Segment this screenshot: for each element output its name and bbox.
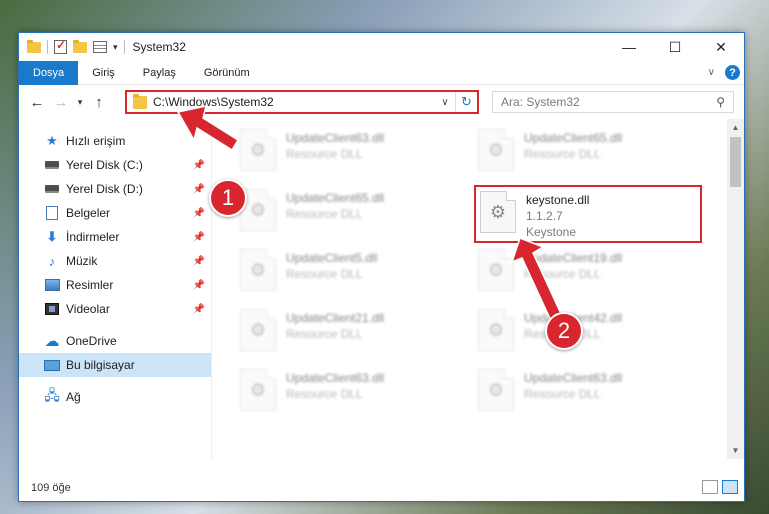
customize-toolbar-dropdown-icon[interactable]: ▾ xyxy=(113,42,118,53)
sidebar-item-network[interactable]: 🖧 Ağ xyxy=(19,385,211,409)
explorer-window: ▾ System32 — ☐ ✕ Dosya Giriş Paylaş Görü… xyxy=(18,32,745,502)
navigation-pane: ★ Hızlı erişim Yerel Disk (C:) 📌 Yerel D… xyxy=(19,119,212,459)
folder-icon xyxy=(27,39,41,53)
tab-share[interactable]: Paylaş xyxy=(129,61,190,85)
address-path[interactable]: C:\Windows\System32 xyxy=(153,95,435,109)
navigation-bar: ← → ▾ ↑ C:\Windows\System32 ∨ ↻ Ara: Sys… xyxy=(19,85,744,119)
recent-locations-chevron-icon[interactable]: ▾ xyxy=(73,97,87,108)
close-button[interactable]: ✕ xyxy=(698,33,744,61)
vertical-scrollbar[interactable]: ▲ ▼ xyxy=(727,119,744,459)
address-folder-icon xyxy=(133,93,147,109)
file-item[interactable]: ⚙ UpdateClient63.dll Resource DLL xyxy=(240,129,470,179)
back-arrow-icon[interactable]: ← xyxy=(25,94,49,111)
sidebar-item-local-disk-c[interactable]: Yerel Disk (C:) 📌 xyxy=(19,153,211,177)
forward-arrow-icon[interactable]: → xyxy=(49,94,73,111)
content-area: ★ Hızlı erişim Yerel Disk (C:) 📌 Yerel D… xyxy=(19,119,744,459)
pin-icon: 📌 xyxy=(192,303,205,315)
item-count: 109 öğe xyxy=(31,482,71,494)
music-icon: ♪ xyxy=(48,253,56,269)
drive-icon xyxy=(43,161,61,169)
pin-icon: 📌 xyxy=(192,183,205,195)
computer-icon xyxy=(43,359,61,371)
scroll-down-icon[interactable]: ▼ xyxy=(727,442,744,459)
maximize-button[interactable]: ☐ xyxy=(652,33,698,61)
drive-icon xyxy=(43,185,61,193)
star-icon: ★ xyxy=(46,133,58,148)
document-icon xyxy=(43,206,61,220)
dll-file-icon: ⚙ xyxy=(480,191,516,233)
help-icon[interactable]: ? xyxy=(725,65,740,80)
file-item[interactable]: ⚙ UpdateClient21.dll Resource DLL xyxy=(240,309,470,359)
refresh-icon[interactable]: ↻ xyxy=(455,92,477,112)
step-badge-1: 1 xyxy=(209,179,247,217)
file-item-keystone[interactable]: ⚙ keystone.dll 1.1.2.7 Keystone xyxy=(474,185,702,243)
sidebar-item-local-disk-d[interactable]: Yerel Disk (D:) 📌 xyxy=(19,177,211,201)
pin-icon: 📌 xyxy=(192,279,205,291)
pin-icon: 📌 xyxy=(192,159,205,171)
file-item[interactable]: ⚙ UpdateClient42.dllResource DLL xyxy=(478,309,708,359)
tab-view[interactable]: Görünüm xyxy=(190,61,264,85)
dll-file-icon: ⚙ xyxy=(240,309,276,351)
view-options-icon[interactable] xyxy=(93,41,107,53)
pictures-icon xyxy=(43,279,61,291)
address-bar[interactable]: C:\Windows\System32 ∨ ↻ xyxy=(125,90,479,114)
sidebar-item-downloads[interactable]: ⬇ İndirmeler 📌 xyxy=(19,225,211,249)
file-item[interactable]: ⚙ UpdateClient65.dll Resource DLL xyxy=(240,189,470,239)
step-badge-2: 2 xyxy=(545,312,583,350)
ribbon-tabs: Dosya Giriş Paylaş Görünüm ∨ ? xyxy=(19,60,744,85)
sidebar-item-documents[interactable]: Belgeler 📌 xyxy=(19,201,211,225)
pin-icon: 📌 xyxy=(192,231,205,243)
window-title: System32 xyxy=(132,40,186,54)
dll-file-icon: ⚙ xyxy=(478,129,514,171)
sidebar-item-videos[interactable]: Videolar 📌 xyxy=(19,297,211,321)
dll-file-icon: ⚙ xyxy=(478,309,514,351)
sidebar-item-music[interactable]: ♪ Müzik 📌 xyxy=(19,249,211,273)
title-bar: ▾ System32 — ☐ ✕ xyxy=(19,33,744,61)
dll-file-icon: ⚙ xyxy=(478,369,514,411)
sidebar-item-quick-access[interactable]: ★ Hızlı erişim xyxy=(19,129,211,153)
minimize-button[interactable]: — xyxy=(606,33,652,61)
details-view-icon[interactable] xyxy=(702,480,718,494)
scroll-up-icon[interactable]: ▲ xyxy=(727,119,744,136)
dll-file-icon: ⚙ xyxy=(240,369,276,411)
sidebar-item-pictures[interactable]: Resimler 📌 xyxy=(19,273,211,297)
network-icon: 🖧 xyxy=(44,387,60,403)
search-input[interactable]: Ara: System32 xyxy=(501,95,716,109)
sidebar-item-this-pc[interactable]: Bu bilgisayar xyxy=(19,353,211,377)
file-item[interactable]: ⚙ UpdateClient5.dll Resource DLL xyxy=(240,249,470,299)
file-item[interactable]: ⚙ UpdateClient65.dll Resource DLL xyxy=(478,129,708,179)
file-list: ⚙ UpdateClient63.dll Resource DLL ⚙ Updat… xyxy=(212,119,744,459)
up-arrow-icon[interactable]: ↑ xyxy=(87,94,111,111)
dll-file-icon: ⚙ xyxy=(240,249,276,291)
dll-file-icon: ⚙ xyxy=(478,249,514,291)
large-icons-view-icon[interactable] xyxy=(722,480,738,494)
window-controls: — ☐ ✕ xyxy=(606,33,744,61)
status-bar: 109 öğe xyxy=(19,475,744,501)
file-item[interactable]: ⚙ UpdateClient63.dll Resource DLL xyxy=(240,369,470,419)
cloud-icon: ☁ xyxy=(44,333,60,350)
video-icon xyxy=(43,303,61,315)
search-icon[interactable]: ⚲ xyxy=(716,95,725,109)
new-folder-icon[interactable] xyxy=(73,39,87,53)
file-item[interactable]: ⚙ UpdateClient19.dll Resource DLL xyxy=(478,249,708,299)
sidebar-item-onedrive[interactable]: ☁ OneDrive xyxy=(19,329,211,353)
pin-icon: 📌 xyxy=(192,255,205,267)
quick-access-toolbar: ▾ xyxy=(19,38,125,54)
search-box[interactable]: Ara: System32 ⚲ xyxy=(492,91,734,113)
dll-file-icon: ⚙ xyxy=(240,129,276,171)
properties-check-icon[interactable] xyxy=(54,38,67,54)
scroll-thumb[interactable] xyxy=(730,137,741,187)
tab-home[interactable]: Giriş xyxy=(78,61,129,85)
tab-file[interactable]: Dosya xyxy=(19,60,79,85)
pin-icon: 📌 xyxy=(192,207,205,219)
expand-ribbon-icon[interactable]: ∨ xyxy=(708,67,715,78)
address-dropdown-icon[interactable]: ∨ xyxy=(435,97,455,108)
download-icon: ⬇ xyxy=(46,229,58,244)
file-item[interactable]: ⚙ UpdateClient63.dll Resource DLL xyxy=(478,369,708,419)
